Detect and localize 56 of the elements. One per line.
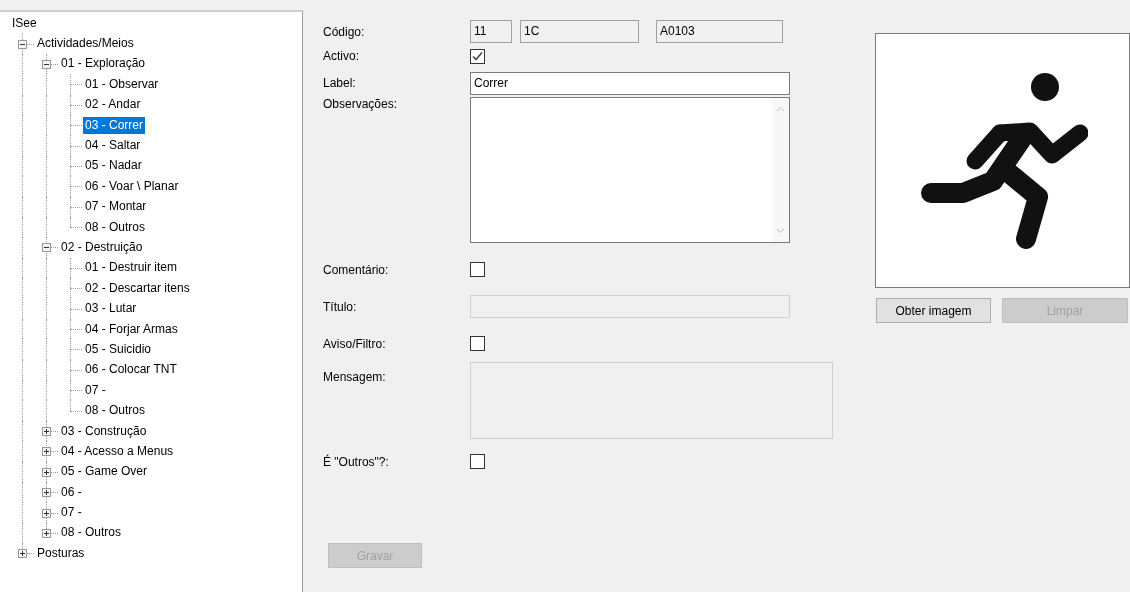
tree-item[interactable]: 01 - Observar xyxy=(83,75,161,93)
expand-icon[interactable] xyxy=(42,427,51,436)
tree-item[interactable]: 01 - Exploração xyxy=(59,55,148,73)
tree-item[interactable]: 05 - Suicidio xyxy=(83,340,154,358)
tree-item[interactable]: 02 - Destruição xyxy=(59,239,145,256)
tree-item[interactable]: 08 - Outros xyxy=(83,218,148,236)
expand-icon[interactable] xyxy=(42,528,51,538)
tree-item[interactable]: 04 - Forjar Armas xyxy=(83,320,180,338)
tree-item[interactable]: 03 - Lutar xyxy=(83,300,139,318)
code-field[interactable]: 11 xyxy=(470,20,512,43)
tree-item[interactable]: 05 - Nadar xyxy=(83,157,144,175)
tree-item[interactable]: ISee xyxy=(10,14,39,32)
collapse-icon[interactable] xyxy=(42,59,51,69)
checkbox[interactable] xyxy=(470,454,485,469)
tree-item[interactable]: 04 - Acesso a Menus xyxy=(59,442,176,460)
tree-item[interactable]: 07 - xyxy=(83,381,108,399)
tree-item[interactable]: Actividades/Meios xyxy=(35,35,136,53)
field-label: Título: xyxy=(323,299,358,314)
field-label: Activo: xyxy=(323,49,360,63)
expand-icon[interactable] xyxy=(42,467,51,477)
get-image-button[interactable]: Obter imagem xyxy=(876,298,991,323)
tree-item[interactable]: 07 - xyxy=(59,504,84,522)
tree-item[interactable]: 07 - Montar xyxy=(83,198,149,216)
checkbox[interactable] xyxy=(470,262,485,277)
tree-item[interactable]: 08 - Outros xyxy=(83,402,148,420)
checkbox[interactable] xyxy=(470,336,485,351)
code-field[interactable]: A0103 xyxy=(656,20,783,43)
field-label: É "Outros"?: xyxy=(323,454,390,469)
code-field[interactable]: 1C xyxy=(520,20,639,43)
expand-icon[interactable] xyxy=(42,488,51,498)
field-label: Aviso/Filtro: xyxy=(323,336,387,351)
field-label: Comentário: xyxy=(323,262,390,277)
expand-icon[interactable] xyxy=(42,508,51,518)
tree-item[interactable]: Posturas xyxy=(35,544,87,562)
field-label: Label: xyxy=(323,76,357,90)
field-label: Código: xyxy=(323,24,366,39)
tree-item[interactable]: 06 - xyxy=(59,483,84,501)
collapse-icon[interactable] xyxy=(42,243,51,253)
expand-icon[interactable] xyxy=(42,447,51,457)
tree-item[interactable]: 06 - Colocar TNT xyxy=(83,361,179,379)
tree-item[interactable]: 03 - Correr xyxy=(83,116,145,134)
field-label: Observações: xyxy=(323,97,399,111)
field-label: Mensagem: xyxy=(323,369,387,384)
tree-item[interactable]: 05 - Game Over xyxy=(59,463,150,481)
notes-field[interactable] xyxy=(470,97,790,243)
label-field[interactable]: Correr xyxy=(470,71,790,95)
expand-icon[interactable] xyxy=(18,549,27,559)
tree-item[interactable]: 02 - Descartar itens xyxy=(83,279,192,297)
checkbox[interactable] xyxy=(470,48,485,64)
tree-item[interactable]: 03 - Construção xyxy=(59,422,149,440)
collapse-icon[interactable] xyxy=(18,39,27,49)
tree-item[interactable]: 01 - Destruir item xyxy=(83,259,180,277)
tree-item[interactable]: 06 - Voar \ Planar xyxy=(83,177,181,195)
tree-item[interactable]: 04 - Saltar xyxy=(83,137,143,155)
tree-item[interactable]: 02 - Andar xyxy=(83,96,143,114)
tree-item[interactable]: 08 - Outros xyxy=(59,524,124,542)
